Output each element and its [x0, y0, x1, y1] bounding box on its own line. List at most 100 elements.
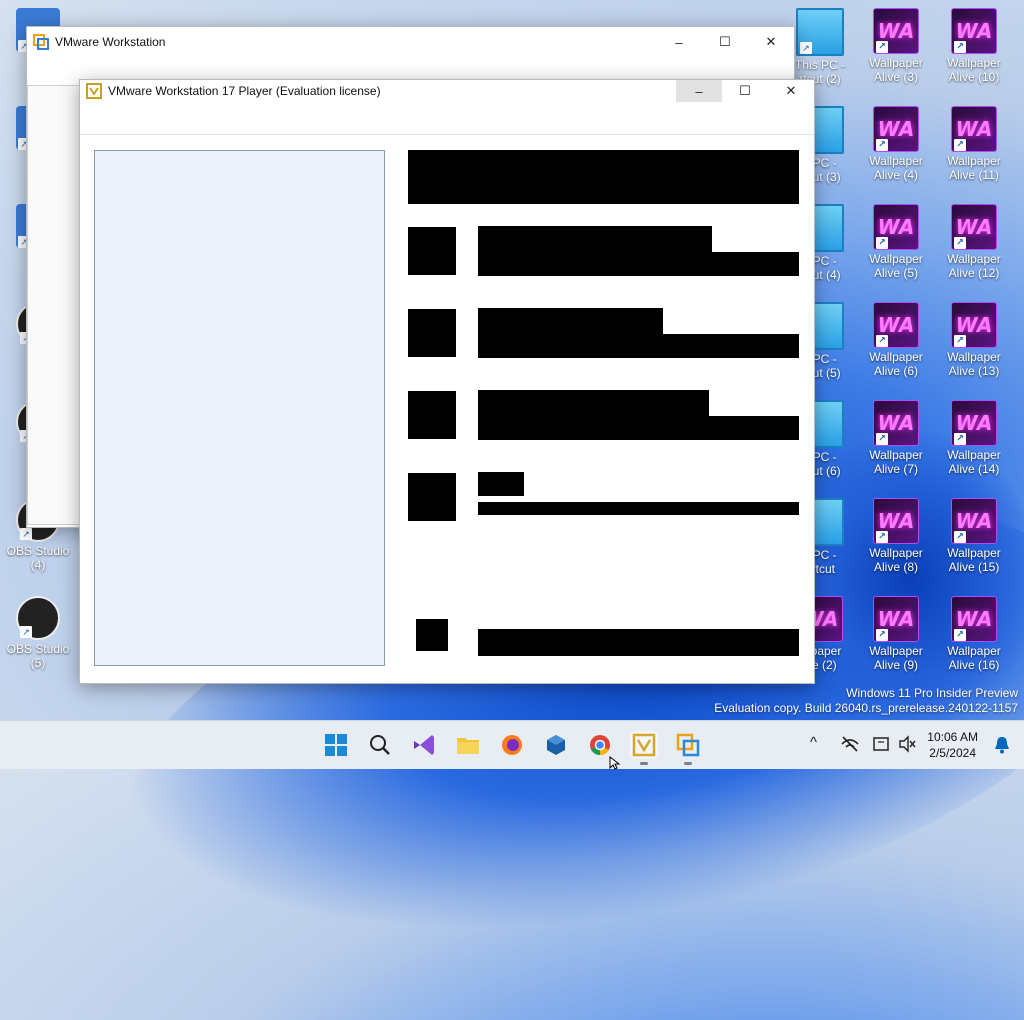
this-pc-icon: ↗ [796, 8, 844, 56]
notification-settings-icon[interactable] [872, 735, 892, 756]
vmware-player-window[interactable]: VMware Workstation 17 Player (Evaluation… [79, 79, 815, 684]
shortcut-arrow-icon: ↗ [876, 531, 888, 543]
vmware-player-icon [86, 83, 102, 99]
shortcut-arrow-icon: ↗ [876, 629, 888, 641]
desktop-icon-label: Wallpaper [869, 350, 923, 364]
running-indicator [684, 762, 692, 765]
redacted-icon-3[interactable] [408, 391, 456, 439]
desktop-icon[interactable]: WA ↗ Wallpaper Alive (13) [936, 302, 1012, 378]
redacted-title-2[interactable] [478, 308, 663, 334]
desktop-icon-label-2: Alive (16) [948, 658, 1000, 672]
desktop-icon[interactable]: WA ↗ Wallpaper Alive (15) [936, 498, 1012, 574]
system-clock[interactable]: 10:06 AM 2/5/2024 [927, 729, 978, 761]
minimize-button[interactable]: – [676, 80, 722, 102]
close-button[interactable]: ✕ [748, 27, 794, 57]
wallpaper-alive-icon: WA↗ [951, 596, 997, 642]
wallpaper-alive-icon: WA↗ [951, 498, 997, 544]
desktop-icon-label: Wallpaper [869, 644, 923, 658]
file-explorer-icon[interactable] [454, 731, 482, 759]
wallpaper-alive-icon: WA↗ [951, 106, 997, 152]
clock-date: 2/5/2024 [929, 746, 976, 760]
sound-muted-icon[interactable] [898, 735, 916, 756]
shortcut-arrow-icon: ↗ [876, 433, 888, 445]
wallpaper-alive-icon: WA↗ [873, 498, 919, 544]
network-disconnected-icon[interactable] [840, 735, 860, 756]
desktop-icon[interactable]: WA ↗ Wallpaper Alive (3) [858, 8, 934, 84]
window-title: VMware Workstation 17 Player (Evaluation… [108, 84, 381, 98]
wallpaper-alive-icon: WA↗ [873, 204, 919, 250]
vmware-workstation-taskbar-icon[interactable] [674, 731, 702, 765]
desktop-icon-label: Wallpaper [947, 154, 1001, 168]
os-watermark: Windows 11 Pro Insider Preview Evaluatio… [714, 686, 1018, 716]
desktop-icon[interactable]: ↗ OBS Studio (5) [0, 596, 76, 670]
shortcut-arrow-icon: ↗ [954, 41, 966, 53]
shortcut-arrow-icon: ↗ [20, 626, 32, 638]
desktop-icon-label-2: Alive (8) [873, 560, 918, 574]
desktop-icon-label-2: Alive (3) [873, 70, 918, 84]
wallpaper-alive-icon: WA↗ [951, 302, 997, 348]
redacted-title-1[interactable] [478, 226, 712, 252]
vmware-workstation-titlebar[interactable]: VMware Workstation – ☐ ✕ [27, 27, 794, 57]
redacted-title-3[interactable] [478, 390, 709, 416]
clock-time: 10:06 AM [927, 730, 978, 744]
desktop-icon[interactable]: WA ↗ Wallpaper Alive (9) [858, 596, 934, 672]
desktop-icon-label: Wallpaper [869, 546, 923, 560]
shortcut-arrow-icon: ↗ [876, 335, 888, 347]
minimize-button[interactable]: – [656, 27, 702, 57]
vmware-player-taskbar-icon[interactable] [630, 731, 658, 765]
redacted-desc-2 [478, 334, 799, 358]
desktop-icon-label-2: Alive (15) [948, 560, 1000, 574]
maximize-button[interactable]: ☐ [702, 27, 748, 57]
desktop-icon-label: Wallpaper [869, 56, 923, 70]
vm-library-pane[interactable] [94, 150, 385, 666]
desktop-icon-label: OBS Studio [6, 642, 70, 656]
vmware-player-titlebar[interactable]: VMware Workstation 17 Player (Evaluation… [80, 80, 814, 102]
search-icon[interactable] [366, 731, 394, 759]
redacted-icon-4[interactable] [408, 473, 456, 521]
visual-studio-icon[interactable] [410, 731, 438, 759]
desktop-icon[interactable]: WA ↗ Wallpaper Alive (10) [936, 8, 1012, 84]
redacted-footer-text [478, 629, 799, 656]
wallpaper-alive-icon: WA↗ [951, 8, 997, 54]
maximize-button[interactable]: ☐ [722, 80, 768, 102]
desktop-icon[interactable]: WA ↗ Wallpaper Alive (4) [858, 106, 934, 182]
redacted-desc-3 [478, 416, 799, 440]
desktop-icon-label-2: Alive (6) [873, 364, 918, 378]
desktop-icon[interactable]: WA ↗ Wallpaper Alive (6) [858, 302, 934, 378]
redacted-icon-2[interactable] [408, 309, 456, 357]
firefox-icon[interactable] [498, 731, 526, 759]
desktop-icon[interactable]: WA ↗ Wallpaper Alive (16) [936, 596, 1012, 672]
redacted-title-4[interactable] [478, 472, 524, 496]
taskbar: ^ 10:06 AM 2/5/2024 [0, 720, 1024, 769]
desktop-icon-label: Wallpaper [947, 448, 1001, 462]
shortcut-arrow-icon: ↗ [876, 237, 888, 249]
desktop-icon-label-2: Alive (5) [873, 266, 918, 280]
shortcut-arrow-icon: ↗ [954, 237, 966, 249]
chrome-icon[interactable] [586, 731, 614, 759]
shortcut-arrow-icon: ↗ [876, 139, 888, 151]
windows-start-icon[interactable] [322, 731, 350, 759]
desktop-icon[interactable]: WA ↗ Wallpaper Alive (5) [858, 204, 934, 280]
desktop-icon[interactable]: WA ↗ Wallpaper Alive (8) [858, 498, 934, 574]
menu-bar[interactable] [80, 102, 814, 135]
running-indicator [640, 762, 648, 765]
tray-chevron-icon[interactable]: ^ [810, 734, 817, 751]
vmware-workstation-icon [33, 34, 49, 50]
desktop-icon[interactable]: WA ↗ Wallpaper Alive (14) [936, 400, 1012, 476]
desktop-icon-label-2: (4) [30, 558, 46, 572]
obs-studio-icon: ↗ [16, 596, 60, 640]
desktop-icon-label-2: Alive (11) [949, 168, 999, 182]
desktop-icon[interactable]: WA ↗ Wallpaper Alive (12) [936, 204, 1012, 280]
desktop-icon-label-2: Alive (4) [873, 168, 918, 182]
close-button[interactable]: ✕ [768, 80, 814, 102]
shortcut-arrow-icon: ↗ [954, 531, 966, 543]
redacted-icon-1[interactable] [408, 227, 456, 275]
desktop-icon-label: Wallpaper [947, 644, 1001, 658]
notification-bell-icon[interactable] [994, 736, 1010, 757]
wallpaper-alive-icon: WA↗ [873, 596, 919, 642]
desktop-icon[interactable]: WA ↗ Wallpaper Alive (11) [936, 106, 1012, 182]
virtualbox-icon[interactable] [542, 731, 570, 759]
shortcut-arrow-icon: ↗ [800, 42, 812, 54]
desktop-icon[interactable]: WA ↗ Wallpaper Alive (7) [858, 400, 934, 476]
desktop-icon-label-2: Alive (10) [948, 70, 1000, 84]
